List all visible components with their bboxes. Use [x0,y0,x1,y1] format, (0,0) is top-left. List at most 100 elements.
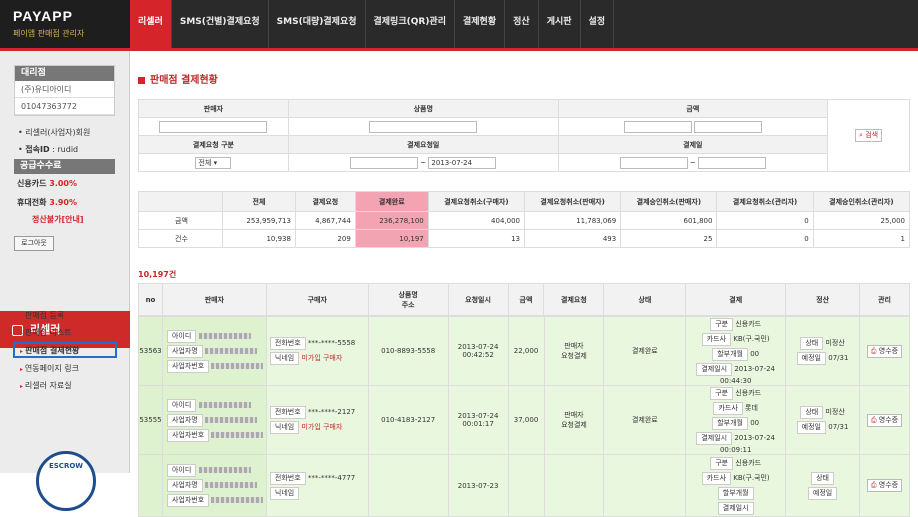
main-nav: 리셀러 SMS(건별)결제요청 SMS(대량)결제요청 결제링크(QR)관리 결… [130,0,615,48]
nav-settings[interactable]: 설정 [581,0,615,48]
row-no: 53555 [138,385,163,455]
row-req-state: 판매자 요청결제 [543,385,605,455]
phone-fee: 휴대전화 3.90% [14,193,115,212]
row-amount [507,454,545,517]
table-row[interactable]: 53563 아이디 사업자명 사업자번호 전화번호 ***-****-5558 닉네… [138,316,910,386]
buyer-label: 닉네임 [269,486,300,500]
receipt-button[interactable]: ⎙ 영수증 [866,344,903,358]
product-input[interactable] [369,120,478,133]
escrow-badge: ESCROW [36,451,96,511]
member-type: • 리셀러(사업자)회원 [18,128,91,137]
list-header: 관리 [859,283,910,316]
buyer-label: 닉네임 [269,421,300,434]
row-settle: 상태 미정산 예정일 07/31 [785,316,860,386]
redacted-text [198,467,251,473]
pay-label: 할부개월 [717,486,754,500]
list-header-row: no 판매자 구매자 상품명 주소 요청일시 금액 결제요청 상태 결제 정산 … [138,283,910,316]
req-date-to-input[interactable]: 2013-07-24 [428,156,497,169]
nav-payment-status[interactable]: 결제현황 [455,0,506,48]
row-no: 53563 [138,316,163,386]
search-button[interactable]: ⌕ 검색 [855,129,883,142]
settle-label: 상태 [800,337,824,350]
summary-row-label: 건수 [138,229,223,248]
summary-cell: 10,197 [354,229,429,248]
row-buyer: 전화번호 ***-****-5558 닉네임 미가입 구매자 [265,316,369,386]
row-req-date: 2013-07-24 00:42:52 [447,316,509,386]
pay-label: 카드사 [713,402,743,415]
logo-title: PAYAPP [13,8,73,24]
pay-label: 할부개월 [712,417,748,430]
buyer-label: 전화번호 [269,337,306,350]
row-payment: 구분 신용카드 카드사 롯데 할부개월 00 결제일시 2013-07-24 00:0… [685,385,787,455]
receipt-button[interactable]: ⎙ 영수증 [866,479,903,492]
summary-cell: 13 [427,229,525,248]
seller-label: 사업자명 [166,479,203,492]
seller-label: 판매자 [138,99,289,118]
page-title: 판매점 결제현황 [138,71,218,86]
pay-label: 구분 [710,387,734,400]
summary-cell: 1 [812,229,911,248]
row-buyer: 전화번호 ***-****-2127 닉네임 미가입 구매자 [265,385,369,455]
req-date: 2013-07-24 [457,412,499,420]
settle-date: 07/31 [828,423,849,431]
product-label: 상품명 [287,99,559,118]
logo[interactable]: PAYAPP 페이앱 판매점 관리자 [0,0,130,48]
req-date-from-input[interactable] [350,156,419,169]
receipt-button[interactable]: ⎙ 영수증 [866,413,903,427]
logout-button[interactable]: 로그아웃 [14,236,54,251]
summary-cell: 209 [294,229,356,248]
nav-board[interactable]: 게시판 [539,0,581,48]
list-header: 구매자 [265,283,369,316]
summary-header: 결제승인취소(관리자) [812,191,911,212]
list-header: 판매자 [161,283,267,316]
menu-link-page[interactable]: 연동페이지 링크 [20,363,79,374]
table-row[interactable]: 53555 아이디 사업자명 사업자번호 전화번호 ***-****-2127 닉네… [138,385,910,455]
req-date-cell: ~ 2013-07-24 [287,153,559,172]
menu-seller-register[interactable]: 판매점 등록 [20,310,64,321]
redacted-text [211,362,264,369]
settle-date: 07/31 [828,354,849,362]
menu-seller-list[interactable]: 판매점 리스트 [20,327,72,338]
payment-list: no 판매자 구매자 상품명 주소 요청일시 금액 결제요청 상태 결제 정산 … [138,283,910,316]
settle-label: 예정일 [807,486,838,500]
menu-reseller-archive[interactable]: 리셀러 자료실 [20,380,72,391]
summary-table: 전체 결제요청 결제완료 결제요청취소(구매자) 결제요청취소(판매자) 결제승… [138,191,911,248]
settle-state: 미정산 [825,408,845,416]
member-type-label: 리셀러(사업자)회원 [25,128,91,137]
settle-notice-link[interactable]: 정산불가[안내] [14,212,115,227]
pay-date: 2013-07-24 [734,365,776,373]
row-settle: 상태 미정산 예정일 07/31 [785,385,860,455]
row-req-state [543,454,605,517]
summary-cell: 25 [620,229,718,248]
nav-sms-bulk[interactable]: SMS(대량)결제요청 [269,0,366,48]
amount-min-input[interactable] [623,120,692,133]
summary-cell: 25,000 [812,211,911,230]
nav-paylink[interactable]: 결제링크(QR)관리 [366,0,455,48]
redacted-text [198,332,251,339]
summary-cell: 0 [716,211,814,230]
nav-sms-single[interactable]: SMS(건별)결제요청 [172,0,269,48]
row-buyer: 전화번호 ***-****-4777 닉네임 [265,454,369,517]
req-type-select[interactable]: 전체 ▾ [195,156,232,169]
summary-cell: 10,938 [222,229,296,248]
buyer-nick: 미가입 구매자 [301,354,343,362]
receipt-icon: ⎙ [870,415,877,424]
summary-cell: 236,278,100 [354,211,429,230]
row-product: 010-8893-5558 [367,316,449,386]
nav-settlement[interactable]: 정산 [505,0,539,48]
agency-phone: 01047363772 [15,98,114,115]
buyer-phone: ***-****-4777 [307,473,356,482]
seller-input[interactable] [159,120,268,133]
summary-header: 결제요청취소(판매자) [523,191,622,212]
pay-date-from-input[interactable] [619,156,688,169]
result-count: 10,197건 [138,270,177,279]
nav-reseller[interactable]: 리셀러 [130,0,172,48]
pay-date-to-input[interactable] [698,156,767,169]
table-row[interactable]: 아이디 사업자명 사업자번호 전화번호 ***-****-4777 닉네임 201… [138,454,910,517]
logo-subtitle: 페이앱 판매점 관리자 [13,29,85,38]
summary-row-label: 금액 [138,211,223,230]
amount-max-input[interactable] [693,120,762,133]
row-manage: ⎙ 영수증 [859,385,910,455]
redacted-text [204,347,257,354]
buyer-label: 닉네임 [269,352,300,365]
